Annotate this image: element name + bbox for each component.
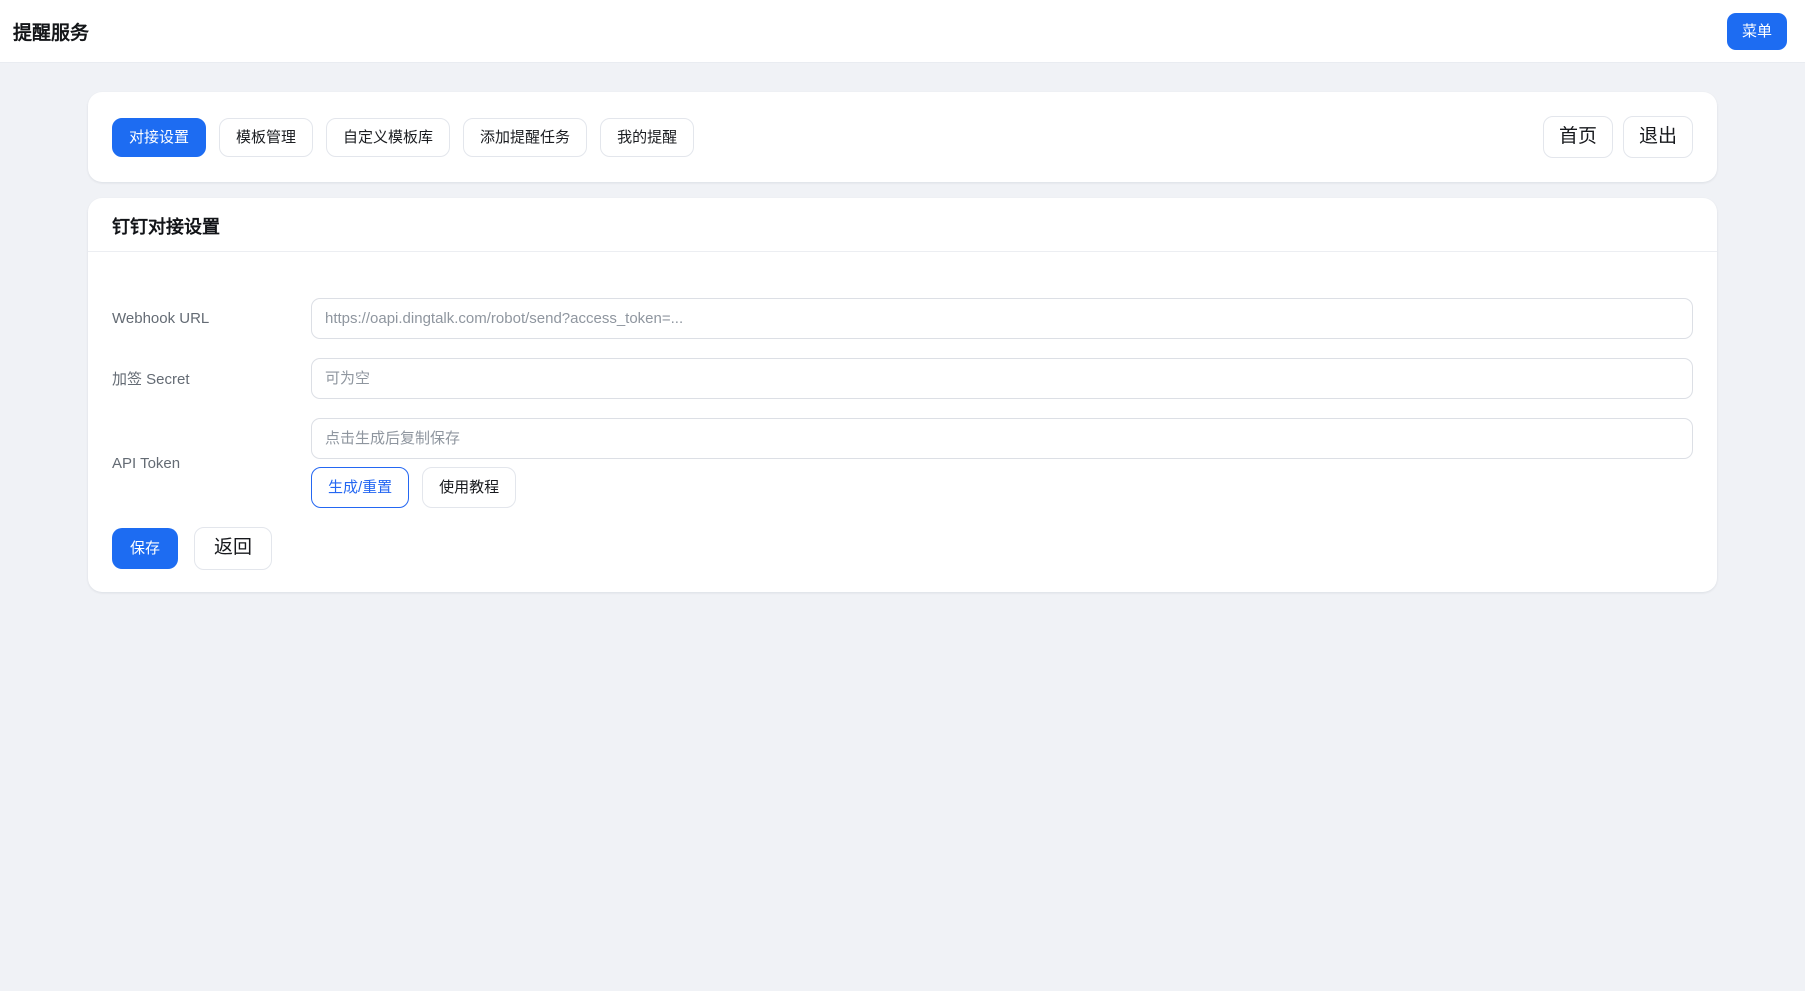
tutorial-button[interactable]: 使用教程 — [422, 467, 517, 508]
top-bar: 提醒服务 菜单 — [0, 0, 1805, 63]
settings-card-header: 钉钉对接设置 — [88, 198, 1717, 252]
tab-add-reminder-task[interactable]: 添加提醒任务 — [463, 117, 588, 157]
webhook-url-row: Webhook URL — [112, 298, 1693, 339]
generate-reset-button[interactable]: 生成/重置 — [311, 467, 410, 508]
nav-tabs: 对接设置 模板管理 自定义模板库 添加提醒任务 我的提醒 — [112, 117, 695, 157]
sign-secret-label: 加签 Secret — [112, 371, 190, 388]
tab-custom-template-library[interactable]: 自定义模板库 — [326, 117, 451, 157]
dingtalk-settings-card: 钉钉对接设置 Webhook URL 加签 Secret API Token — [88, 198, 1717, 592]
menu-button[interactable]: 菜单 — [1726, 12, 1787, 50]
nav-card: 对接设置 模板管理 自定义模板库 添加提醒任务 我的提醒 首页 退出 — [88, 92, 1717, 182]
home-button[interactable]: 首页 — [1542, 115, 1613, 159]
settings-form: Webhook URL 加签 Secret API Token 生成/重置 使用… — [88, 252, 1717, 592]
sign-secret-input[interactable] — [311, 358, 1693, 399]
webhook-url-label: Webhook URL — [112, 310, 210, 327]
tab-my-reminders[interactable]: 我的提醒 — [600, 117, 695, 157]
settings-card-title: 钉钉对接设置 — [112, 217, 220, 237]
api-token-row: API Token 生成/重置 使用教程 — [112, 418, 1693, 508]
api-token-input[interactable] — [311, 418, 1693, 459]
sign-secret-row: 加签 Secret — [112, 358, 1693, 399]
app-title: 提醒服务 — [13, 22, 90, 44]
exit-button[interactable]: 退出 — [1622, 115, 1693, 159]
form-footer: 保存 返回 — [112, 527, 1693, 570]
api-token-label: API Token — [112, 454, 181, 472]
save-button[interactable]: 保存 — [112, 527, 179, 569]
back-button[interactable]: 返回 — [194, 527, 273, 570]
webhook-url-input[interactable] — [311, 298, 1693, 339]
tab-template-management[interactable]: 模板管理 — [219, 117, 314, 157]
tab-connection-settings[interactable]: 对接设置 — [112, 117, 207, 157]
nav-right-actions: 首页 退出 — [1542, 115, 1693, 159]
page-content: 对接设置 模板管理 自定义模板库 添加提醒任务 我的提醒 首页 退出 钉钉对接设… — [0, 63, 1805, 592]
